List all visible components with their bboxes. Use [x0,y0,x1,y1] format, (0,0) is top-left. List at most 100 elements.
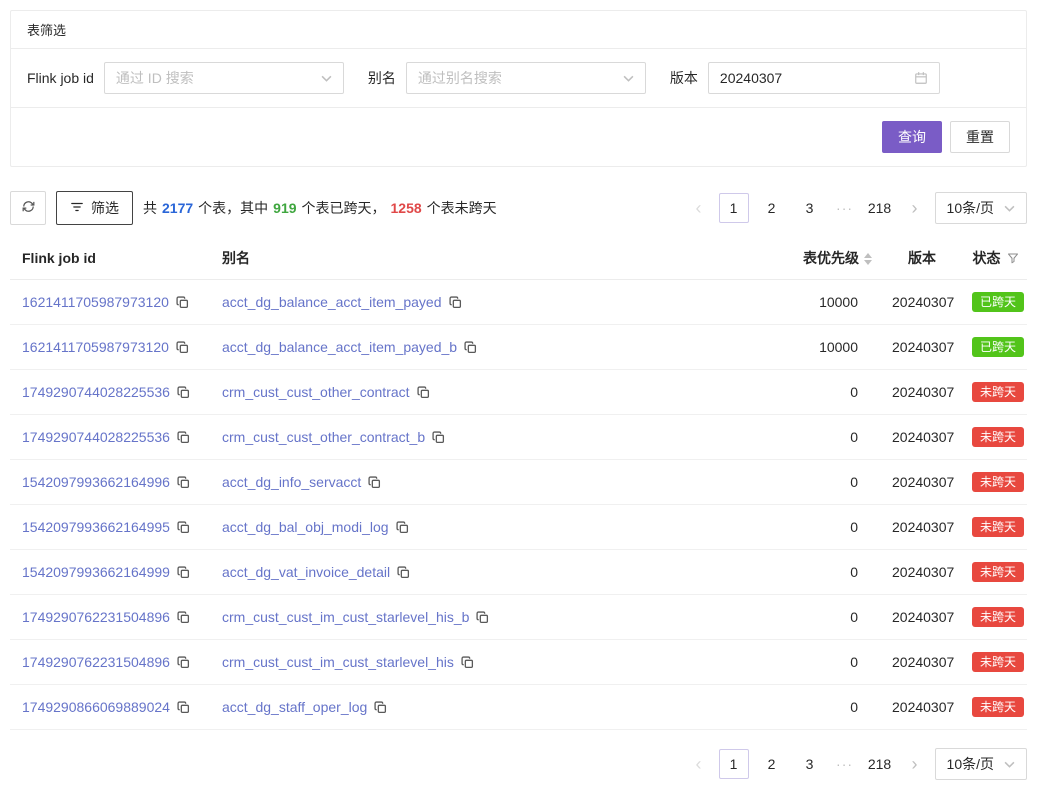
copy-icon[interactable] [176,296,189,309]
alias-link[interactable]: crm_cust_cust_im_cust_starlevel_his_b [222,609,469,625]
page-button-2[interactable]: 2 [757,193,787,223]
version-value: 20240307 [880,505,960,550]
version-value: 20240307 [880,415,960,460]
status-badge: 未跨天 [972,562,1024,582]
filter-card: 表筛选 Flink job id 通过 ID 搜索 别名 通过别名搜索 [10,10,1027,167]
page-size-value: 10条/页 [947,754,994,774]
alias-link[interactable]: acct_dg_balance_acct_item_payed_b [222,339,457,355]
flink-job-id-link[interactable]: 1621411705987973120 [22,294,169,310]
column-header-alias: 别名 [210,237,700,280]
alias-field: 别名 通过别名搜索 [368,62,646,94]
version-date-input[interactable] [720,70,890,86]
prev-page-button[interactable]: ‹ [687,194,711,222]
filter-funnel-icon[interactable] [1007,252,1019,264]
flink-job-id-label: Flink job id [27,70,94,86]
copy-icon[interactable] [177,476,190,489]
page-button-3[interactable]: 3 [795,193,825,223]
table-row: 1542097993662164995 acct_dg_bal_obj_modi… [10,505,1027,550]
alias-link[interactable]: crm_cust_cust_other_contract [222,384,410,400]
flink-job-id-link[interactable]: 1749290762231504896 [22,654,170,670]
version-value: 20240307 [880,685,960,730]
version-value: 20240307 [880,325,960,370]
version-label: 版本 [670,68,698,88]
next-page-button[interactable]: › [903,750,927,778]
copy-icon[interactable] [177,431,190,444]
copy-icon[interactable] [177,566,190,579]
page-size-select[interactable]: 10条/页 [935,748,1027,780]
page-size-select[interactable]: 10条/页 [935,192,1027,224]
copy-icon[interactable] [449,296,462,309]
version-value: 20240307 [880,595,960,640]
reset-button[interactable]: 重置 [950,121,1010,153]
page-button-2[interactable]: 2 [757,749,787,779]
priority-value: 10000 [700,325,880,370]
status-badge: 未跨天 [972,652,1024,672]
total-count: 2177 [162,200,193,216]
uncrossed-count: 1258 [391,200,422,216]
priority-value: 0 [700,460,880,505]
alias-link[interactable]: acct_dg_vat_invoice_detail [222,564,390,580]
copy-icon[interactable] [176,341,189,354]
chevron-down-icon [623,75,634,82]
alias-link[interactable]: crm_cust_cust_other_contract_b [222,429,425,445]
copy-icon[interactable] [177,656,190,669]
page-button-3[interactable]: 3 [795,749,825,779]
copy-icon[interactable] [177,521,190,534]
flink-job-id-link[interactable]: 1749290744028225536 [22,384,170,400]
copy-icon[interactable] [464,341,477,354]
copy-icon[interactable] [397,566,410,579]
copy-icon[interactable] [417,386,430,399]
alias-link[interactable]: acct_dg_balance_acct_item_payed [222,294,442,310]
filter-card-title: 表筛选 [11,11,1026,49]
page-button-last[interactable]: 218 [865,749,895,779]
copy-icon[interactable] [432,431,445,444]
alias-link[interactable]: acct_dg_staff_oper_log [222,699,367,715]
refresh-button[interactable] [10,191,46,225]
copy-icon[interactable] [461,656,474,669]
priority-value: 0 [700,595,880,640]
table-row: 1542097993662164999 acct_dg_vat_invoice_… [10,550,1027,595]
copy-icon[interactable] [374,701,387,714]
filter-toggle-button[interactable]: 筛选 [56,191,133,225]
sort-icon[interactable] [864,253,872,265]
alias-placeholder: 通过别名搜索 [418,68,502,88]
page-size-value: 10条/页 [947,198,994,218]
priority-value: 0 [700,370,880,415]
version-value: 20240307 [880,280,960,325]
flink-job-id-link[interactable]: 1542097993662164995 [22,519,170,535]
chevron-down-icon [321,75,332,82]
alias-link[interactable]: acct_dg_info_servacct [222,474,361,490]
page-button-last[interactable]: 218 [865,193,895,223]
alias-select[interactable]: 通过别名搜索 [406,62,646,94]
flink-job-id-link[interactable]: 1542097993662164996 [22,474,170,490]
page-button-1[interactable]: 1 [719,193,749,223]
column-header-priority[interactable]: 表优先级 [700,237,880,280]
query-button[interactable]: 查询 [882,121,942,153]
version-value: 20240307 [880,550,960,595]
copy-icon[interactable] [368,476,381,489]
alias-link[interactable]: crm_cust_cust_im_cust_starlevel_his [222,654,454,670]
copy-icon[interactable] [177,611,190,624]
page-button-1[interactable]: 1 [719,749,749,779]
table-row: 1621411705987973120 acct_dg_balance_acct… [10,280,1027,325]
copy-icon[interactable] [476,611,489,624]
priority-value: 10000 [700,280,880,325]
flink-job-id-link[interactable]: 1542097993662164999 [22,564,170,580]
summary-text: 个表，其中 [198,198,268,218]
priority-value: 0 [700,685,880,730]
flink-job-id-link[interactable]: 1749290866069889024 [22,699,170,715]
flink-job-id-link[interactable]: 1621411705987973120 [22,339,169,355]
version-field: 版本 [670,62,940,94]
version-date-picker[interactable] [708,62,940,94]
flink-job-id-link[interactable]: 1749290744028225536 [22,429,170,445]
copy-icon[interactable] [177,701,190,714]
status-badge: 已跨天 [972,292,1024,312]
table-row: 1621411705987973120 acct_dg_balance_acct… [10,325,1027,370]
next-page-button[interactable]: › [903,194,927,222]
flink-job-id-link[interactable]: 1749290762231504896 [22,609,170,625]
copy-icon[interactable] [396,521,409,534]
flink-job-id-select[interactable]: 通过 ID 搜索 [104,62,344,94]
copy-icon[interactable] [177,386,190,399]
alias-link[interactable]: acct_dg_bal_obj_modi_log [222,519,389,535]
prev-page-button[interactable]: ‹ [687,750,711,778]
